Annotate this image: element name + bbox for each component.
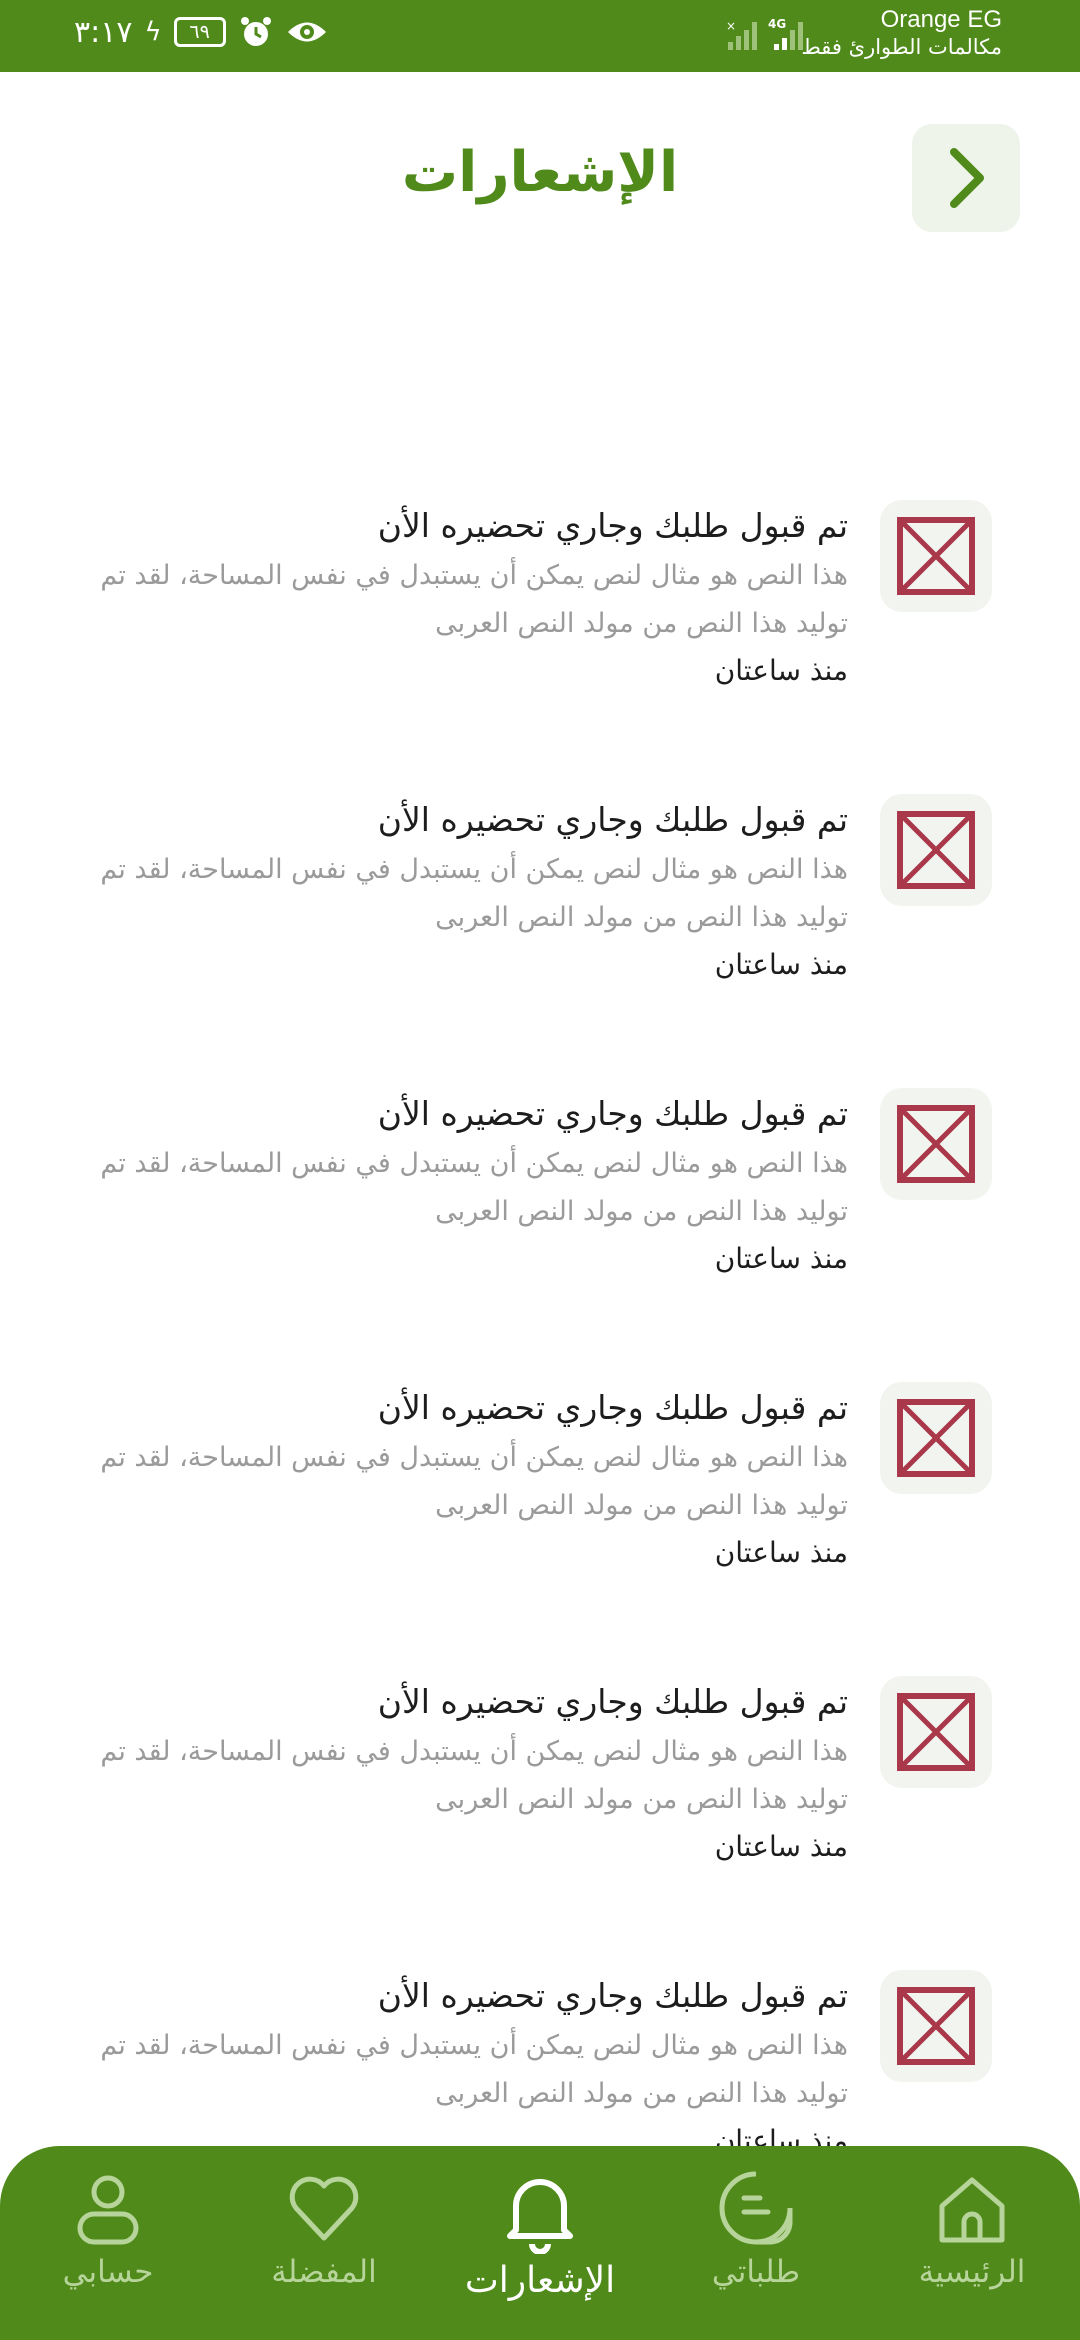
notification-body: هذا النص هو مثال لنص يمكن أن يستبدل في ن… — [100, 1736, 848, 1815]
image-placeholder-icon — [897, 811, 975, 889]
status-time: ٣:١٧ — [74, 14, 133, 50]
battery-icon: ٦٩ — [173, 17, 226, 47]
notification-time: منذ ساعتان — [714, 1536, 848, 1569]
status-left: ٣:١٧ ϟ ٦٩ — [74, 14, 328, 50]
notification-thumbnail — [880, 1088, 992, 1200]
image-placeholder-icon — [897, 1105, 975, 1183]
carrier-name: Orange EG — [880, 6, 1002, 33]
signal-icon-2: × — [726, 19, 757, 50]
notification-time: منذ ساعتان — [714, 1830, 848, 1863]
nav-item-favorites[interactable]: المفضلة — [224, 2168, 424, 2328]
svg-text:×: × — [726, 19, 736, 33]
carrier-info: Orange EG مكالمات الطوارئ فقط — [801, 6, 1002, 60]
notification-body: هذا النص هو مثال لنص يمكن أن يستبدل في ن… — [100, 1442, 848, 1521]
charging-icon: ϟ — [144, 17, 162, 47]
notification-item[interactable]: تم قبول طلبك وجاري تحضيره الأن هذا النص … — [0, 500, 1080, 794]
notification-thumbnail — [880, 1676, 992, 1788]
orders-icon — [719, 2171, 793, 2245]
signal-indicators: × 4G — [726, 16, 808, 52]
bottom-nav: حسابي المفضلة الإشعارات طلباتي الرئيسية — [0, 2146, 1080, 2340]
notification-title: تم قبول طلبك وجاري تحضيره الأن — [377, 800, 848, 839]
notification-time: منذ ساعتان — [714, 948, 848, 981]
notification-body: هذا النص هو مثال لنص يمكن أن يستبدل في ن… — [100, 560, 848, 639]
image-placeholder-icon — [897, 1987, 975, 2065]
nav-item-home[interactable]: الرئيسية — [872, 2168, 1072, 2328]
nav-label: الرئيسية — [918, 2254, 1026, 2290]
notification-time: منذ ساعتان — [714, 654, 848, 687]
back-button[interactable] — [912, 124, 1020, 232]
notification-item[interactable]: تم قبول طلبك وجاري تحضيره الأن هذا النص … — [0, 1088, 1080, 1382]
nav-label: طلباتي — [711, 2254, 801, 2290]
notification-time: منذ ساعتان — [714, 1242, 848, 1275]
notification-item[interactable]: تم قبول طلبك وجاري تحضيره الأن هذا النص … — [0, 794, 1080, 1088]
notification-thumbnail — [880, 1382, 992, 1494]
battery-level: ٦٩ — [189, 21, 210, 43]
notification-thumbnail — [880, 1970, 992, 2082]
notification-item[interactable]: تم قبول طلبك وجاري تحضيره الأن هذا النص … — [0, 1382, 1080, 1676]
nav-label: حسابي — [62, 2254, 154, 2290]
carrier-status: مكالمات الطوارئ فقط — [801, 35, 1002, 59]
notification-body: هذا النص هو مثال لنص يمكن أن يستبدل في ن… — [100, 2030, 848, 2109]
nav-item-orders[interactable]: طلباتي — [656, 2168, 856, 2328]
eye-icon — [287, 22, 326, 42]
alarm-icon — [240, 17, 271, 46]
notification-body: هذا النص هو مثال لنص يمكن أن يستبدل في ن… — [100, 1148, 848, 1227]
image-placeholder-icon — [897, 1399, 975, 1477]
notification-title: تم قبول طلبك وجاري تحضيره الأن — [377, 1976, 848, 2015]
notification-body: هذا النص هو مثال لنص يمكن أن يستبدل في ن… — [100, 854, 848, 933]
image-placeholder-icon — [897, 517, 975, 595]
status-bar: ٣:١٧ ϟ ٦٩ × 4G Orange EG مكالمات الطوارئ… — [0, 0, 1080, 72]
header: الإشعارات — [0, 72, 1080, 302]
nav-item-notifications[interactable]: الإشعارات — [440, 2168, 640, 2328]
nav-label: المفضلة — [271, 2254, 377, 2290]
nav-item-account[interactable]: حسابي — [8, 2168, 208, 2328]
nav-label: الإشعارات — [464, 2260, 616, 2301]
chevron-right-icon — [950, 148, 984, 208]
notification-thumbnail — [880, 500, 992, 612]
heart-icon — [289, 2176, 359, 2241]
notification-thumbnail — [880, 794, 992, 906]
notification-title: تم قبول طلبك وجاري تحضيره الأن — [377, 1388, 848, 1427]
notification-title: تم قبول طلبك وجاري تحضيره الأن — [377, 506, 848, 545]
image-placeholder-icon — [897, 1693, 975, 1771]
svg-text:4G: 4G — [768, 17, 786, 31]
notification-item[interactable]: تم قبول طلبك وجاري تحضيره الأن هذا النص … — [0, 1676, 1080, 1970]
bell-icon — [507, 2179, 573, 2254]
notification-title: تم قبول طلبك وجاري تحضيره الأن — [377, 1094, 848, 1133]
notification-title: تم قبول طلبك وجاري تحضيره الأن — [377, 1682, 848, 1721]
home-icon — [939, 2177, 1005, 2243]
user-icon — [77, 2175, 139, 2245]
